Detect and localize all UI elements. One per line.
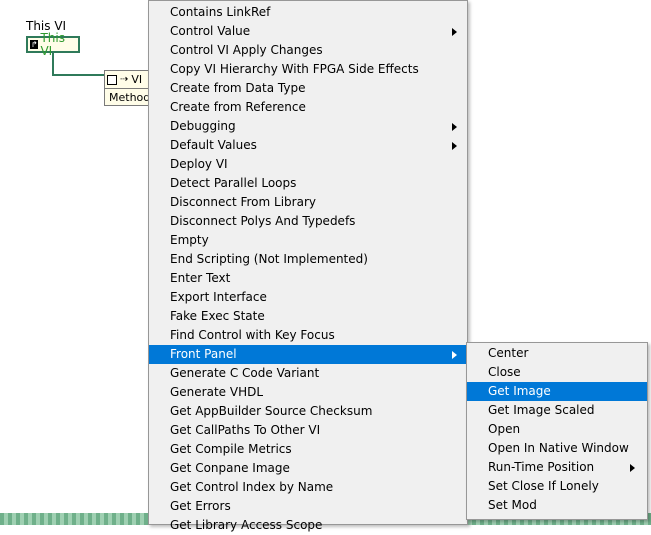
menu-item-label: Contains LinkRef (170, 5, 271, 19)
menu-item-copy-vi-hierarchy-with-fpga-side-effects[interactable]: Copy VI Hierarchy With FPGA Side Effects (149, 60, 467, 79)
front-panel-submenu-list: Center Close Get Image Get Image Scaled Open… (467, 343, 647, 515)
menu-item-front-panel[interactable]: Front Panel (149, 345, 467, 364)
menu-item-label: Get Errors (170, 499, 231, 513)
menu-item-label: Run-Time Position (488, 460, 595, 474)
menu-item-label: Close (488, 365, 521, 379)
menu-item-label: Get CallPaths To Other VI (170, 423, 321, 437)
menu-item-get-callpaths-to-other-vi[interactable]: Get CallPaths To Other VI (149, 421, 467, 440)
menu-item-disconnect-polys-and-typedefs[interactable]: Disconnect Polys And Typedefs (149, 212, 467, 231)
menu-item-fake-exec-state[interactable]: Fake Exec State (149, 307, 467, 326)
reference-wire[interactable] (52, 53, 54, 76)
menu-item-label: Front Panel (170, 347, 237, 361)
menu-item-label: Set Close If Lonely (488, 479, 599, 493)
menu-item-disconnect-from-library[interactable]: Disconnect From Library (149, 193, 467, 212)
menu-item-create-from-reference[interactable]: Create from Reference (149, 98, 467, 117)
arrow-icon: ⇢ (120, 74, 129, 85)
menu-item-get-image-scaled[interactable]: Get Image Scaled (467, 401, 647, 420)
submenu-arrow-icon (630, 464, 635, 472)
menu-item-label: Create from Reference (170, 100, 306, 114)
menu-item-get-appbuilder-source-checksum[interactable]: Get AppBuilder Source Checksum (149, 402, 467, 421)
menu-item-label: Control VI Apply Changes (170, 43, 323, 57)
menu-item-label: Enter Text (170, 271, 231, 285)
reference-wire-horizontal[interactable] (52, 74, 104, 76)
menu-item-label: Center (488, 346, 529, 360)
menu-item-create-from-data-type[interactable]: Create from Data Type (149, 79, 467, 98)
menu-item-label: Default Values (170, 138, 257, 152)
menu-item-label: Deploy VI (170, 157, 228, 171)
menu-item-label: Get Library Access Scope (170, 518, 323, 532)
menu-item-label: Open (488, 422, 521, 436)
this-vi-node-text: This VI (40, 30, 65, 58)
menu-item-generate-c-code-variant[interactable]: Generate C Code Variant (149, 364, 467, 383)
menu-item-label: Find Control with Key Focus (170, 328, 335, 342)
menu-item-close[interactable]: Close (467, 363, 647, 382)
menu-item-set-mod[interactable]: Set Mod (467, 496, 647, 515)
menu-item-center[interactable]: Center (467, 344, 647, 363)
submenu-arrow-icon (452, 142, 457, 150)
menu-item-label: Debugging (170, 119, 236, 133)
menu-item-debugging[interactable]: Debugging (149, 117, 467, 136)
menu-item-open-in-native-window[interactable]: Open In Native Window (467, 439, 647, 458)
menu-item-run-time-position[interactable]: Run-Time Position (467, 458, 647, 477)
front-panel-submenu: Center Close Get Image Get Image Scaled Open… (466, 342, 648, 520)
menu-item-find-control-with-key-focus[interactable]: Find Control with Key Focus (149, 326, 467, 345)
submenu-arrow-icon (452, 351, 457, 359)
menu-item-label: Set Mod (488, 498, 537, 512)
menu-item-open[interactable]: Open (467, 420, 647, 439)
menu-item-generate-vhdl[interactable]: Generate VHDL (149, 383, 467, 402)
menu-item-label: Get AppBuilder Source Checksum (170, 404, 373, 418)
menu-item-enter-text[interactable]: Enter Text (149, 269, 467, 288)
menu-item-label: Copy VI Hierarchy With FPGA Side Effects (170, 62, 419, 76)
this-vi-constant[interactable]: ↱ This VI (26, 31, 80, 57)
menu-item-label: Generate VHDL (170, 385, 264, 399)
menu-item-label: Detect Parallel Loops (170, 176, 297, 190)
menu-item-label: Generate C Code Variant (170, 366, 320, 380)
menu-item-control-value[interactable]: Control Value (149, 22, 467, 41)
menu-item-control-vi-apply-changes[interactable]: Control VI Apply Changes (149, 41, 467, 60)
menu-item-get-image[interactable]: Get Image (467, 382, 647, 401)
menu-item-label: Fake Exec State (170, 309, 265, 323)
menu-item-label: Get Image Scaled (488, 403, 595, 417)
menu-item-default-values[interactable]: Default Values (149, 136, 467, 155)
menu-item-label: Export Interface (170, 290, 267, 304)
submenu-arrow-icon (452, 28, 457, 36)
menu-item-label: Get Compile Metrics (170, 442, 292, 456)
menu-item-label: Empty (170, 233, 209, 247)
menu-item-label: Get Conpane Image (170, 461, 290, 475)
menu-item-label: Create from Data Type (170, 81, 306, 95)
menu-item-export-interface[interactable]: Export Interface (149, 288, 467, 307)
menu-item-end-scripting-not-implemented[interactable]: End Scripting (Not Implemented) (149, 250, 467, 269)
menu-item-get-control-index-by-name[interactable]: Get Control Index by Name (149, 478, 467, 497)
menu-item-label: End Scripting (Not Implemented) (170, 252, 368, 266)
menu-item-label: Disconnect Polys And Typedefs (170, 214, 356, 228)
reference-terminal-icon (107, 74, 117, 85)
menu-item-label: Control Value (170, 24, 251, 38)
menu-item-label: Get Image (488, 384, 551, 398)
menu-item-label: Open In Native Window (488, 441, 629, 455)
menu-item-detect-parallel-loops[interactable]: Detect Parallel Loops (149, 174, 467, 193)
menu-item-label: Get Control Index by Name (170, 480, 334, 494)
menu-item-label: Disconnect From Library (170, 195, 316, 209)
methods-menu: Contains LinkRef Control Value Control VI … (148, 0, 468, 532)
menu-item-empty[interactable]: Empty (149, 231, 467, 250)
menu-item-get-errors[interactable]: Get Errors (149, 497, 467, 516)
reference-icon: ↱ (30, 40, 39, 49)
submenu-arrow-icon (452, 123, 457, 131)
menu-item-get-conpane-image[interactable]: Get Conpane Image (149, 459, 467, 478)
menu-item-get-compile-metrics[interactable]: Get Compile Metrics (149, 440, 467, 459)
menu-item-set-close-if-lonely[interactable]: Set Close If Lonely (467, 477, 647, 496)
menu-item-get-library-access-scope[interactable]: Get Library Access Scope (149, 516, 467, 535)
invoke-node-class: VI (131, 73, 143, 86)
menu-item-contains-linkref[interactable]: Contains LinkRef (149, 3, 467, 22)
methods-menu-list: Contains LinkRef Control Value Control VI … (149, 1, 467, 535)
menu-item-deploy-vi[interactable]: Deploy VI (149, 155, 467, 174)
